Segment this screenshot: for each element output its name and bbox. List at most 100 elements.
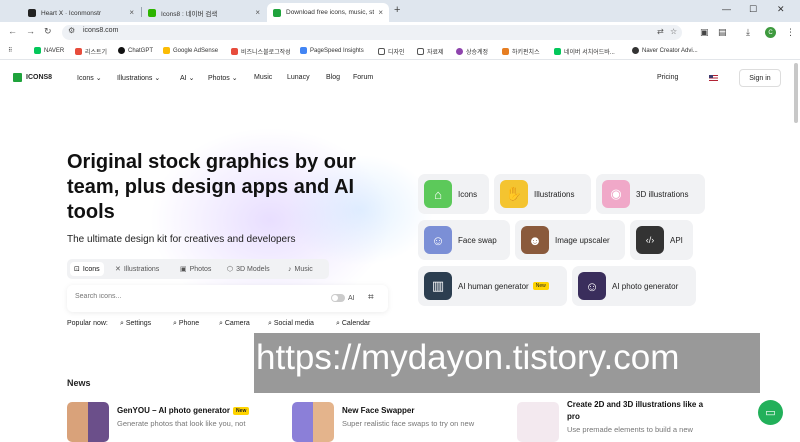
- close-tab-icon[interactable]: ×: [129, 8, 134, 17]
- sign-in-button[interactable]: Sign in: [739, 69, 781, 87]
- close-window-icon[interactable]: ✕: [777, 4, 785, 15]
- bookmark-folder[interactable]: 디자인: [378, 47, 405, 56]
- image-search-icon[interactable]: ⌗: [368, 292, 374, 303]
- nav-photos[interactable]: Photos ⌄: [208, 74, 238, 82]
- bookmark-favicon-icon: [456, 48, 463, 55]
- news-item-title[interactable]: New Face Swapper: [342, 406, 414, 415]
- new-badge: New: [532, 282, 549, 290]
- popular-settings[interactable]: ⌕ Settings: [120, 320, 151, 328]
- nav-pricing[interactable]: Pricing: [657, 74, 678, 81]
- ai-human-icon: ▥: [424, 272, 452, 300]
- profile-avatar[interactable]: C: [765, 27, 776, 38]
- bookmark-item[interactable]: ChatGPT: [118, 47, 153, 54]
- search-input[interactable]: [75, 293, 315, 300]
- new-tab-button[interactable]: +: [394, 4, 400, 16]
- tab-icons[interactable]: ⊡ Icons: [70, 262, 104, 276]
- bookmark-item[interactable]: 하키펀치스: [502, 47, 540, 56]
- browser-tab-active[interactable]: Download free icons, music, st ×: [267, 3, 389, 22]
- extensions-icon[interactable]: ▣: [700, 27, 709, 38]
- folder-icon: [417, 48, 424, 55]
- nav-icons[interactable]: Icons ⌄: [77, 74, 102, 82]
- news-item-title[interactable]: Create 2D and 3D illustrations like a: [567, 400, 703, 409]
- bookmark-item[interactable]: 상승계정: [456, 47, 488, 56]
- bookmark-item[interactable]: Naver Creator Advi...: [632, 47, 698, 54]
- nav-blog[interactable]: Blog: [326, 74, 340, 81]
- tab-favicon-icon: [273, 8, 281, 17]
- tab-illustrations[interactable]: ✕ Illustrations: [111, 262, 163, 276]
- us-flag-icon[interactable]: [709, 75, 718, 81]
- bookmark-favicon-icon: [502, 48, 509, 55]
- tab-photos[interactable]: ▣ Photos: [176, 262, 215, 276]
- category-illustrations[interactable]: ✋ Illustrations: [494, 174, 591, 214]
- bookmark-favicon-icon: [34, 47, 41, 54]
- nav-illustrations[interactable]: Illustrations ⌄: [117, 74, 160, 82]
- forward-icon[interactable]: →: [26, 26, 35, 36]
- popular-camera[interactable]: ⌕ Camera: [219, 320, 250, 328]
- profile-panel-icon[interactable]: ▤: [718, 27, 727, 38]
- browser-tab[interactable]: Icons8 : 네이버 검색 ×: [142, 3, 266, 22]
- category-api[interactable]: ‹/› API: [630, 220, 693, 260]
- category-ai-photo-generator[interactable]: ☺ AI photo generator: [572, 266, 696, 306]
- icons8-logo[interactable]: ICONS8: [13, 73, 52, 82]
- menu-icon[interactable]: ⋮: [786, 27, 795, 38]
- toggle-switch: [331, 294, 345, 302]
- ai-toggle[interactable]: AI: [331, 294, 355, 302]
- bookmark-item[interactable]: 비즈니스블로그작성: [231, 47, 291, 56]
- bookmark-item[interactable]: Google AdSense: [163, 47, 218, 54]
- content-type-tabs: ⊡ Icons ✕ Illustrations ▣ Photos ⬡ 3D Models…: [67, 259, 329, 279]
- browser-tab-bar: Heart Ⅹ · Iconmonstr × Icons8 : 네이버 검색 ×…: [0, 0, 800, 22]
- nav-lunacy[interactable]: Lunacy: [287, 74, 310, 81]
- popular-calendar[interactable]: ⌕ Calendar: [336, 320, 370, 328]
- chat-support-icon[interactable]: ▭: [758, 400, 783, 425]
- hero-subtitle: The ultimate design kit for creatives an…: [67, 234, 296, 245]
- news-thumbnail[interactable]: [517, 402, 559, 442]
- popular-social-media[interactable]: ⌕ Social media: [268, 320, 314, 328]
- bookmark-item[interactable]: 리스트기: [75, 47, 107, 56]
- news-item-title[interactable]: GenYOU – AI photo generator New: [117, 406, 250, 415]
- face-swap-icon: ☺: [424, 226, 452, 254]
- close-tab-icon[interactable]: ×: [255, 8, 260, 17]
- bookmark-item[interactable]: PageSpeed Insights: [300, 47, 364, 54]
- bookmark-favicon-icon: [75, 48, 82, 55]
- music-tab-icon: ♪: [288, 265, 292, 273]
- portrait-icon: ☻: [521, 226, 549, 254]
- tab-music[interactable]: ♪ Music: [284, 262, 317, 276]
- nav-forum[interactable]: Forum: [353, 74, 373, 81]
- translate-icon[interactable]: ⇄: [657, 27, 664, 36]
- news-item-title-continued[interactable]: pro: [567, 412, 580, 421]
- site-info-icon[interactable]: ⚙: [68, 26, 75, 35]
- bookmark-item[interactable]: NAVER: [34, 47, 64, 54]
- nav-music[interactable]: Music: [254, 74, 272, 81]
- page-scrollbar[interactable]: [794, 63, 798, 123]
- search-icon: ⌕: [268, 320, 272, 327]
- minimize-icon[interactable]: —: [722, 4, 731, 14]
- download-icon[interactable]: ⤓: [746, 27, 750, 38]
- category-3d-illustrations[interactable]: ◉ 3D illustrations: [596, 174, 705, 214]
- back-icon[interactable]: ←: [8, 26, 17, 36]
- popular-phone[interactable]: ⌕ Phone: [173, 320, 199, 328]
- brand-mark-icon: [13, 73, 22, 82]
- category-icons[interactable]: ⌂ Icons: [418, 174, 489, 214]
- bookmark-item[interactable]: 네이버 서치어드바...: [554, 47, 615, 56]
- bookmark-favicon-icon: [231, 48, 238, 55]
- category-face-swap[interactable]: ☺ Face swap: [418, 220, 510, 260]
- bookmark-star-icon[interactable]: ☆: [670, 27, 677, 36]
- omnibox[interactable]: ⚙ icons8.com ⇄ ☆: [62, 25, 682, 40]
- bookmark-favicon-icon: [163, 47, 170, 54]
- news-thumbnail[interactable]: [67, 402, 109, 442]
- maximize-icon[interactable]: ☐: [749, 4, 757, 15]
- close-tab-icon[interactable]: ×: [378, 8, 383, 17]
- apps-grid-icon[interactable]: ⠿: [8, 47, 12, 54]
- nav-ai[interactable]: AI ⌄: [180, 74, 194, 82]
- news-thumbnail[interactable]: [292, 402, 334, 442]
- tab-3d-models[interactable]: ⬡ 3D Models: [223, 262, 274, 276]
- reload-icon[interactable]: ↻: [44, 26, 52, 37]
- watermark-text: https://mydayon.tistory.com: [256, 338, 680, 377]
- browser-tab[interactable]: Heart Ⅹ · Iconmonstr ×: [22, 3, 140, 22]
- ai-photo-icon: ☺: [578, 272, 606, 300]
- category-image-upscaler[interactable]: ☻ Image upscaler: [515, 220, 625, 260]
- category-ai-human-generator[interactable]: ▥ AI human generator New: [418, 266, 567, 306]
- 3d-figure-icon: ◉: [602, 180, 630, 208]
- bookmark-folder[interactable]: 자료제: [417, 47, 444, 56]
- hand-illustration-icon: ✋: [500, 180, 528, 208]
